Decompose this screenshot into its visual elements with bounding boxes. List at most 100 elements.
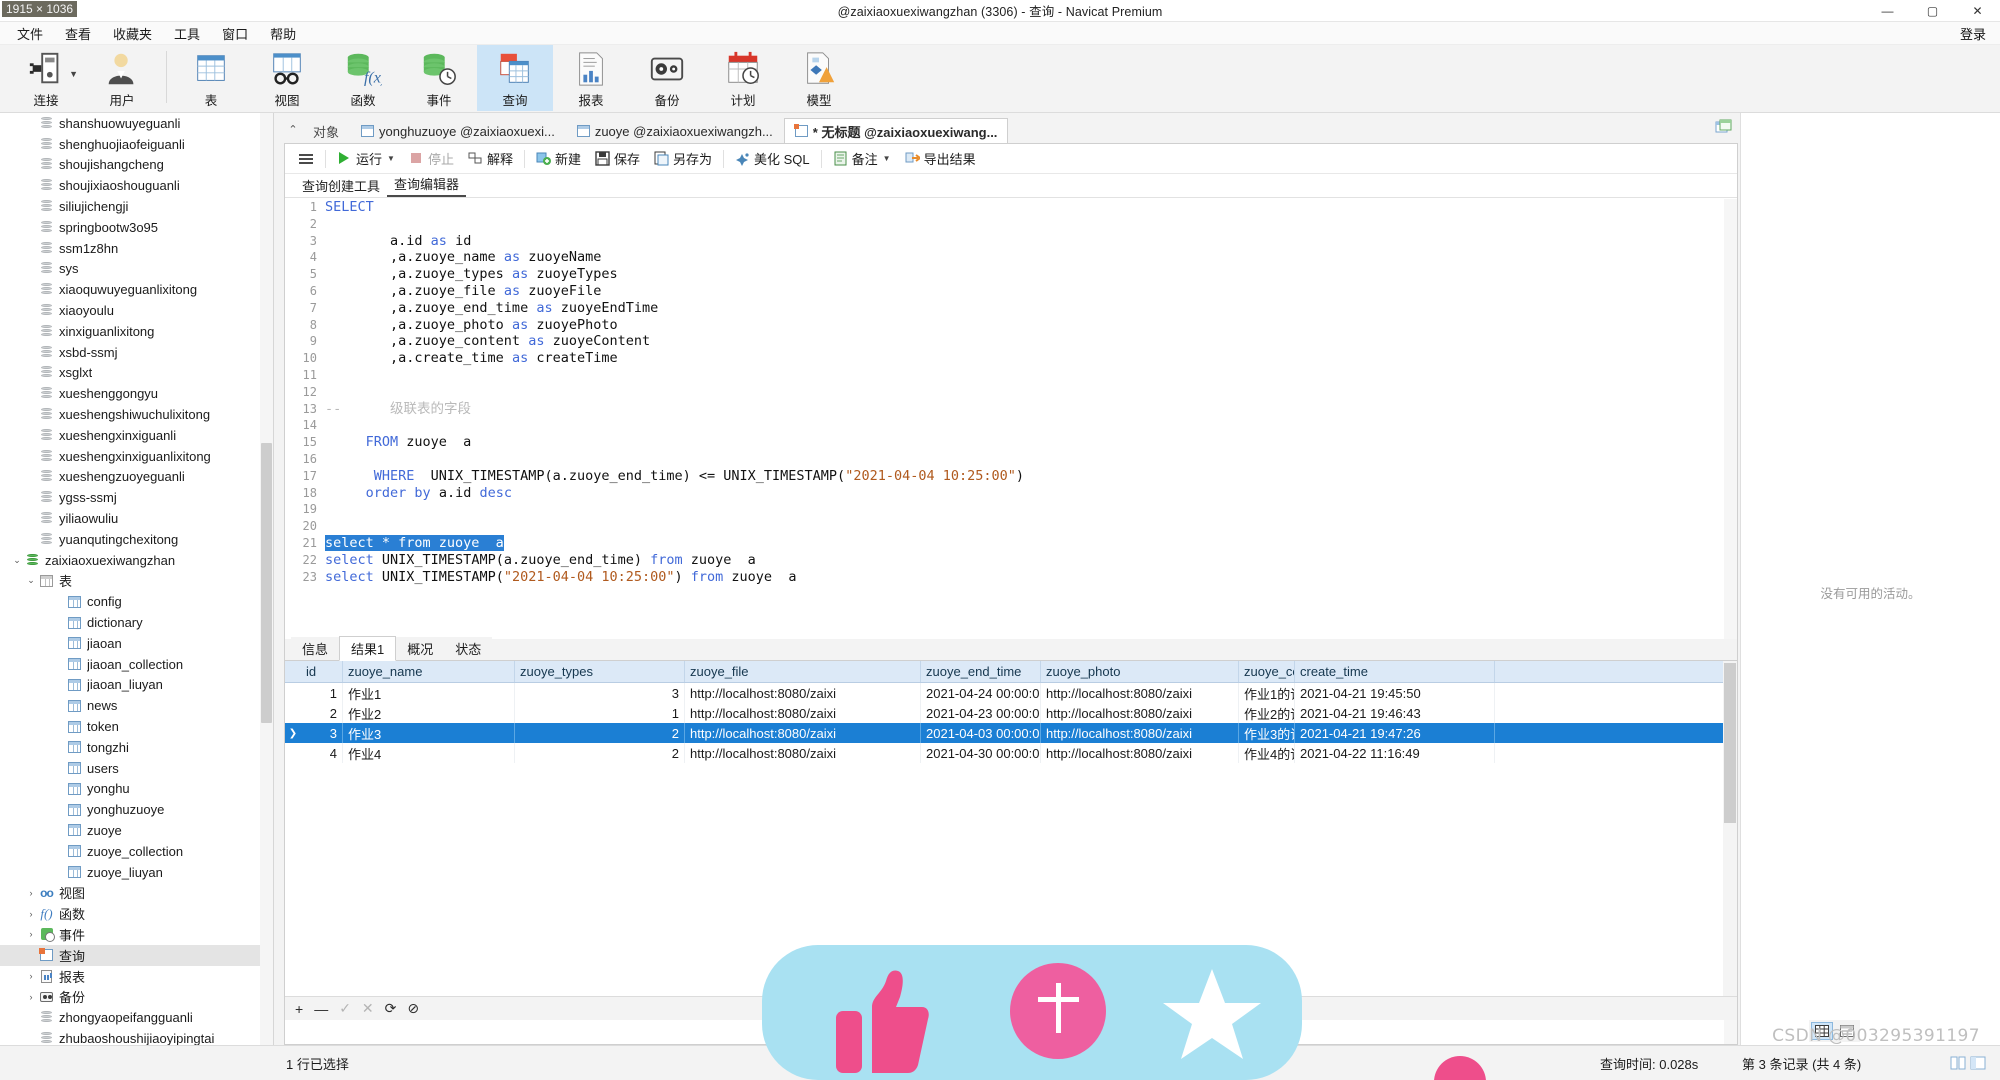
grid-footer-button-1[interactable]: — <box>314 1001 328 1017</box>
code-line-2[interactable] <box>325 216 1737 233</box>
table-row[interactable]: ❯ 3 作业3 2 http://localhost:8080/zaixi 2021-04… <box>285 723 1723 743</box>
code-line-13[interactable]: -- 级联表的字段 <box>325 401 1737 418</box>
result-tab-信息[interactable]: 信息 <box>291 637 340 660</box>
grid-cell[interactable]: 2021-04-21 19:45:50 <box>1295 683 1495 703</box>
grid-cell[interactable]: 2021-04-24 00:00:00 <box>921 683 1041 703</box>
code-line-5[interactable]: ,a.zuoye_types as zuoyeTypes <box>325 266 1737 283</box>
menu-item-0[interactable]: 文件 <box>6 22 54 45</box>
code-line-1[interactable]: SELECT <box>325 199 1737 216</box>
table-row[interactable]: 1 作业1 3 http://localhost:8080/zaixi 2021-04-… <box>285 683 1723 703</box>
ribbon-button-表[interactable]: 表 <box>173 45 249 111</box>
tree-item-xiaoquwuyeguanlixitong[interactable]: xiaoquwuyeguanlixitong <box>0 279 273 300</box>
grid-cell[interactable]: http://localhost:8080/zaixi <box>685 743 921 763</box>
grid-cell[interactable]: 作业2 <box>343 703 515 723</box>
grid-cell[interactable]: 1 <box>515 703 685 723</box>
grid-cell[interactable]: 2021-04-21 19:47:26 <box>1295 723 1495 743</box>
grid-cell[interactable]: 3 <box>515 683 685 703</box>
grid-cell[interactable]: http://localhost:8080/zaixi <box>1041 703 1239 723</box>
tree-item-xueshenggongyu[interactable]: xueshenggongyu <box>0 383 273 404</box>
panel-view-icon[interactable] <box>1970 1056 1986 1070</box>
tree-item-jiaoan_collection[interactable]: jiaoan_collection <box>0 654 273 675</box>
query-subtab-0[interactable]: 查询创建工具 <box>295 174 387 197</box>
query-button-运行[interactable]: 运行 ▼ <box>330 146 402 171</box>
grid-cell[interactable]: 3 <box>301 723 343 743</box>
collapse-panel-icon[interactable]: ⌃ <box>284 123 302 143</box>
grid-cell[interactable]: http://localhost:8080/zaixi <box>1041 743 1239 763</box>
code-line-6[interactable]: ,a.zuoye_file as zuoyeFile <box>325 283 1737 300</box>
chevron-down-icon[interactable]: ⌄ <box>24 575 38 586</box>
tree-item-shoujixiaoshouguanli[interactable]: shoujixiaoshouguanli <box>0 175 273 196</box>
code-line-17[interactable]: WHERE UNIX_TIMESTAMP(a.zuoye_end_time) <… <box>325 468 1737 485</box>
tree-item-视图[interactable]: › oo 视图 <box>0 882 273 903</box>
code-line-12[interactable] <box>325 384 1737 401</box>
grid-cell[interactable]: http://localhost:8080/zaixi <box>685 683 921 703</box>
sql-code[interactable]: SELECT a.id as id ,a.zuoye_name as zuoye… <box>325 199 1737 634</box>
minimize-button[interactable]: — <box>1865 0 1910 22</box>
grid-header-zuoye_photo[interactable]: zuoye_photo <box>1041 661 1239 682</box>
grid-header-id[interactable]: id <box>301 661 343 682</box>
tree-item-ygss-ssmj[interactable]: ygss-ssmj <box>0 487 273 508</box>
grid-header-zuoye_types[interactable]: zuoye_types <box>515 661 685 682</box>
code-line-18[interactable]: order by a.id desc <box>325 485 1737 502</box>
table-row[interactable]: 4 作业4 2 http://localhost:8080/zaixi 2021-04-… <box>285 743 1723 763</box>
tree-item-zuoye_collection[interactable]: zuoye_collection <box>0 841 273 862</box>
tree-item-shoujishangcheng[interactable]: shoujishangcheng <box>0 155 273 176</box>
menu-item-5[interactable]: 帮助 <box>259 22 307 45</box>
tree-item-zhongyaopeifangguanli[interactable]: zhongyaopeifangguanli <box>0 1007 273 1028</box>
chevron-right-icon[interactable]: › <box>24 929 38 939</box>
menu-item-3[interactable]: 工具 <box>163 22 211 45</box>
tree-item-zuoye[interactable]: zuoye <box>0 820 273 841</box>
grid-header-create_time[interactable]: create_time <box>1295 661 1495 682</box>
tree-item-查询[interactable]: 查询 <box>0 944 273 966</box>
object-tab-2[interactable]: * 无标题 @zaixiaoxuexiwang... <box>783 118 1009 143</box>
grid-header-zuoye_content[interactable]: zuoye_content <box>1239 661 1295 682</box>
query-button-备注[interactable]: 备注 ▼ <box>826 146 898 171</box>
grid-footer-button-4[interactable]: ⟳ <box>385 1000 397 1017</box>
code-line-11[interactable] <box>325 367 1737 384</box>
result-tab-结果1[interactable]: 结果1 <box>339 636 397 661</box>
ribbon-button-连接[interactable]: 连接 ▼ <box>8 45 84 111</box>
tree-item-siliujichengji[interactable]: siliujichengji <box>0 196 273 217</box>
code-line-20[interactable] <box>325 518 1737 535</box>
code-line-23[interactable]: select UNIX_TIMESTAMP("2021-04-04 10:25:… <box>325 569 1737 586</box>
table-row[interactable]: 2 作业2 1 http://localhost:8080/zaixi 2021-04-… <box>285 703 1723 723</box>
sql-editor[interactable]: 1 2 3 4 5 6 7 8 9 10 11 12 13 14 15 16 17 18 19 20 21 22 23 SE… <box>285 199 1737 634</box>
code-line-14[interactable] <box>325 417 1737 434</box>
grid-header-zuoye_name[interactable]: zuoye_name <box>343 661 515 682</box>
object-tab-1[interactable]: zuoye @zaixiaoxuexiwangzh... <box>565 118 784 143</box>
tree-item-事件[interactable]: › 事件 <box>0 924 273 945</box>
ribbon-button-报表[interactable]: 报表 <box>553 45 629 111</box>
chevron-right-icon[interactable]: › <box>24 888 38 898</box>
tree-item-函数[interactable]: › f() 函数 <box>0 903 273 924</box>
tree-item-yonghu[interactable]: yonghu <box>0 779 273 800</box>
tree-item-news[interactable]: news <box>0 695 273 716</box>
object-tab-0[interactable]: yonghuzuoye @zaixiaoxuexi... <box>350 118 566 143</box>
grid-cell[interactable]: 作业4 <box>343 743 515 763</box>
grid-header-zuoye_file[interactable]: zuoye_file <box>685 661 921 682</box>
grid-scroll-thumb[interactable] <box>1724 663 1736 823</box>
grid-cell[interactable]: 4 <box>301 743 343 763</box>
chevron-right-icon[interactable]: › <box>24 971 38 981</box>
tree-item-报表[interactable]: › 报表 <box>0 966 273 987</box>
result-tab-状态[interactable]: 状态 <box>444 637 493 660</box>
code-line-3[interactable]: a.id as id <box>325 233 1737 250</box>
tree-item-xueshengxinxiguanli[interactable]: xueshengxinxiguanli <box>0 425 273 446</box>
code-line-10[interactable]: ,a.create_time as createTime <box>325 350 1737 367</box>
login-link[interactable]: 登录 <box>1960 22 1986 45</box>
query-button-另存为[interactable]: 另存为 <box>647 146 719 171</box>
tree-item-备份[interactable]: › 备份 <box>0 986 273 1007</box>
tree-item-sys[interactable]: sys <box>0 259 273 280</box>
split-view-icon[interactable] <box>1950 1056 1966 1070</box>
tree-item-xsglxt[interactable]: xsglxt <box>0 363 273 384</box>
grid-cell[interactable]: 2021-04-22 11:16:49 <box>1295 743 1495 763</box>
tree-item-xsbd-ssmj[interactable]: xsbd-ssmj <box>0 342 273 363</box>
sidebar-scroll-thumb[interactable] <box>261 443 272 723</box>
tree-item-shanshuowuyeguanli[interactable]: shanshuowuyeguanli <box>0 113 273 134</box>
grid-footer-button-3[interactable]: ✕ <box>362 1000 374 1017</box>
ribbon-button-视图[interactable]: 视图 <box>249 45 325 111</box>
object-tab-label[interactable]: 对象 <box>302 118 351 143</box>
tree-item-dictionary[interactable]: dictionary <box>0 612 273 633</box>
grid-cell[interactable]: http://localhost:8080/zaixi <box>1041 723 1239 743</box>
grid-cell[interactable]: 2021-04-21 19:46:43 <box>1295 703 1495 723</box>
code-line-22[interactable]: select UNIX_TIMESTAMP(a.zuoye_end_time) … <box>325 552 1737 569</box>
